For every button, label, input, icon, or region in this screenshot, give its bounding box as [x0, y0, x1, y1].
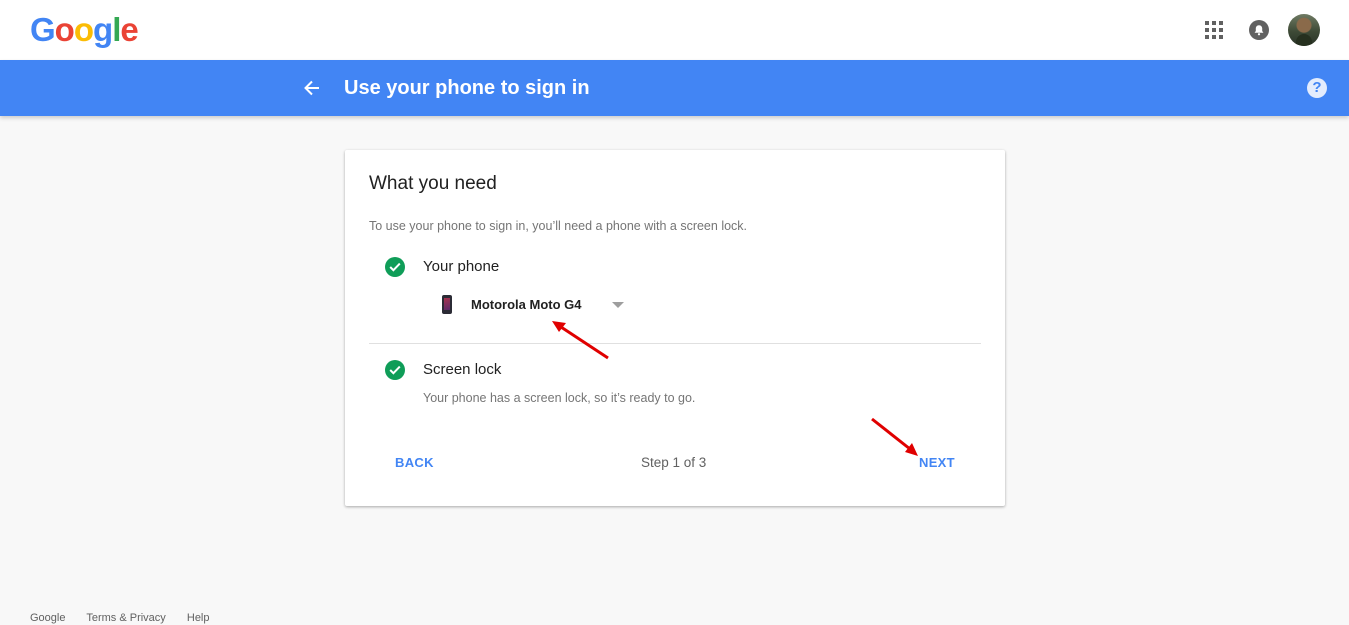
device-dropdown[interactable]: Motorola Moto G4 — [471, 296, 624, 314]
requirement-label-screen-lock: Screen lock — [423, 361, 502, 378]
logo-letter: o — [73, 11, 94, 48]
logo-letter: g — [93, 11, 113, 48]
top-bar: Google — [0, 0, 1349, 60]
apps-grid-icon[interactable] — [1205, 21, 1223, 39]
requirements-card: What you need To use your phone to sign … — [345, 150, 1005, 506]
footer: Google Terms & Privacy Help — [30, 611, 228, 625]
google-logo[interactable]: Google — [30, 10, 139, 50]
footer-link-help[interactable]: Help — [187, 612, 210, 624]
page-title: Use your phone to sign in — [344, 77, 590, 99]
smartphone-icon — [442, 295, 452, 314]
card-title: What you need — [369, 173, 497, 194]
check-circle-icon — [385, 257, 405, 277]
logo-letter: o — [54, 11, 75, 48]
selected-device: Motorola Moto G4 — [471, 297, 582, 312]
arrow-left-icon[interactable] — [302, 78, 322, 98]
help-icon[interactable]: ? — [1307, 78, 1327, 98]
next-button[interactable]: NEXT — [919, 455, 955, 471]
dropdown-caret-icon[interactable] — [612, 302, 624, 308]
logo-letter: G — [30, 11, 56, 48]
step-indicator: Step 1 of 3 — [641, 455, 707, 470]
footer-link-google[interactable]: Google — [30, 612, 65, 624]
check-circle-icon — [385, 360, 405, 380]
back-button[interactable]: BACK — [395, 455, 434, 471]
card-description: To use your phone to sign in, you’ll nee… — [369, 219, 748, 233]
title-bar — [0, 60, 1349, 116]
bell-icon[interactable] — [1249, 20, 1269, 40]
screen-lock-detail: Your phone has a screen lock, so it’s re… — [423, 391, 696, 405]
footer-link-terms[interactable]: Terms & Privacy — [86, 612, 165, 624]
divider — [369, 343, 981, 344]
account-avatar[interactable] — [1288, 14, 1320, 46]
requirement-label-phone: Your phone — [423, 258, 500, 275]
logo-letter: e — [120, 11, 138, 48]
